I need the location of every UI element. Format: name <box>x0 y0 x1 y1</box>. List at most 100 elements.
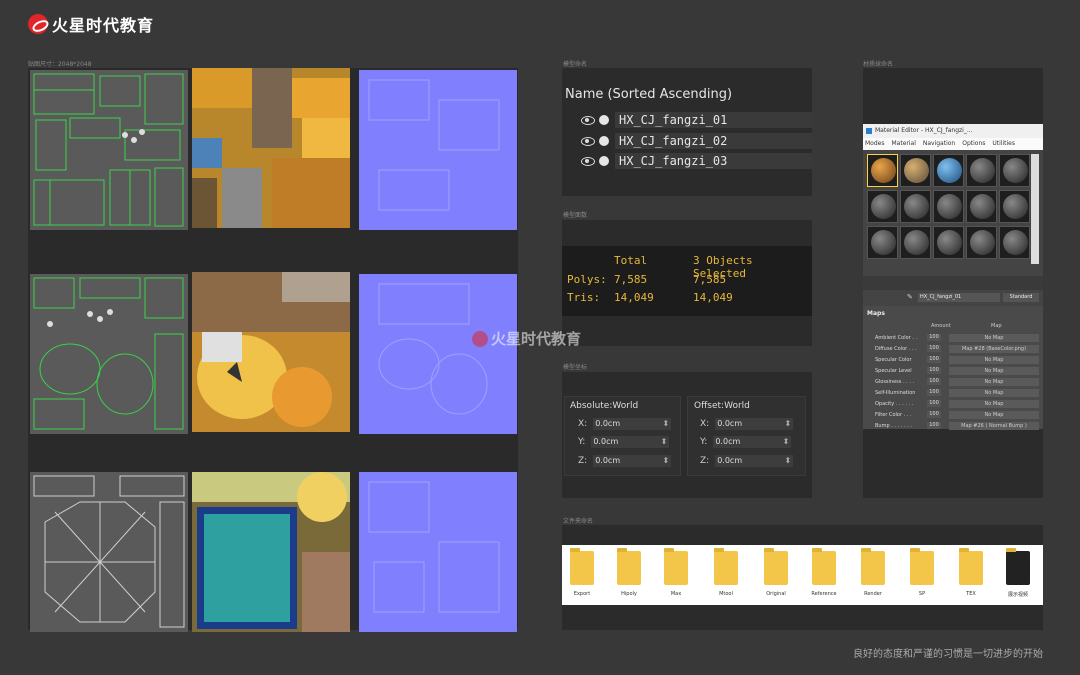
folder-icon <box>570 548 594 585</box>
x-label: X: <box>700 419 710 429</box>
scene-explorer-header[interactable]: Name (Sorted Ascending) <box>563 87 812 107</box>
video-thumbnail-icon <box>1006 548 1030 585</box>
stats-polys-label: Polys: <box>567 273 607 286</box>
folder-export[interactable]: Export <box>562 548 602 597</box>
menu-modes[interactable]: Modes <box>865 138 884 150</box>
stats-total-label: Total <box>614 254 648 267</box>
x-label: X: <box>578 419 588 429</box>
sample-slot[interactable] <box>900 154 931 187</box>
uv-wireframe-3 <box>30 472 188 632</box>
stats-tris-total: 14,049 <box>614 291 654 304</box>
brand-logo-icon <box>28 14 48 34</box>
folder-icon <box>764 548 788 585</box>
basecolor-map-2 <box>192 272 350 432</box>
basecolor-map-3 <box>192 472 350 632</box>
map-row-specular-color: Specular Color 100 No Map <box>875 355 1039 364</box>
sample-slot[interactable] <box>999 226 1030 259</box>
folder-max[interactable]: Max <box>656 548 696 597</box>
abs-y-row: Y: 0.0cm <box>578 436 670 448</box>
menu-utilities[interactable]: Utilities <box>992 138 1015 150</box>
material-name-field[interactable]: HX_CJ_fangzi_01 <box>918 293 1000 302</box>
sample-slot[interactable] <box>933 190 964 223</box>
sample-slot[interactable] <box>900 226 931 259</box>
naming-section-label: 模型命名 <box>563 61 588 68</box>
normal-map-1 <box>359 70 517 230</box>
menu-options[interactable]: Options <box>962 138 985 150</box>
stats-polys-selected: 7,585 <box>693 273 727 286</box>
slots-scrollbar[interactable] <box>1031 154 1039 264</box>
material-toolbar[interactable] <box>863 276 1043 290</box>
stats-polys-total: 7,585 <box>614 273 648 286</box>
abs-y-spinner[interactable]: 0.0cm <box>591 436 670 448</box>
scene-row-1[interactable]: HX_CJ_fangzi_01 <box>563 110 812 130</box>
folder-icon <box>664 548 688 585</box>
folder-sp[interactable]: SP <box>902 548 942 597</box>
sample-slot[interactable] <box>966 190 997 223</box>
sample-slot[interactable] <box>900 190 931 223</box>
scene-row-3[interactable]: HX_CJ_fangzi_03 <box>563 151 812 171</box>
sample-slot[interactable] <box>966 154 997 187</box>
folder-icon <box>617 548 641 585</box>
z-label: Z: <box>700 456 710 466</box>
offset-world-label: Offset:World <box>694 401 750 411</box>
folder-tex[interactable]: TEX <box>951 548 991 597</box>
material-editor-menubar: Modes Material Navigation Options Utilit… <box>863 138 1043 150</box>
sample-slot[interactable] <box>966 226 997 259</box>
uv-wireframe-1 <box>30 70 188 230</box>
map-row-diffuse: Diffuse Color . . . 100 Map #28 (BaseColor… <box>875 344 1039 353</box>
folder-mtool[interactable]: Mtool <box>706 548 746 597</box>
normal-map-3 <box>359 472 517 632</box>
absolute-world-label: Absolute:World <box>570 401 639 411</box>
menu-material[interactable]: Material <box>891 138 915 150</box>
sample-slot[interactable] <box>999 190 1030 223</box>
brand-watermark: 火星时代教育 <box>472 328 581 349</box>
eyedropper-icon[interactable]: ✎ <box>907 293 913 301</box>
off-x-row: X: 0.0cm <box>700 418 794 430</box>
sample-slot[interactable] <box>867 154 898 187</box>
folder-original[interactable]: Original <box>756 548 796 597</box>
file-video[interactable]: 展示视频 <box>998 548 1038 598</box>
abs-z-spinner[interactable]: 0.0cm <box>593 455 672 467</box>
menu-navigation[interactable]: Navigation <box>923 138 955 150</box>
sample-slot[interactable] <box>999 154 1030 187</box>
faces-section-label: 模型面数 <box>563 212 588 219</box>
off-z-spinner[interactable]: 0.0cm <box>715 455 794 467</box>
object-name: HX_CJ_fangzi_01 <box>615 112 812 128</box>
off-y-row: Y: 0.0cm <box>700 436 792 448</box>
visibility-eye-icon[interactable] <box>581 156 595 166</box>
map-row-opacity: Opacity . . . . . . 100 No Map <box>875 399 1039 408</box>
y-label: Y: <box>578 437 586 447</box>
folder-render[interactable]: Render <box>853 548 893 597</box>
material-sample-slots <box>867 154 1030 263</box>
sample-slot[interactable] <box>867 226 898 259</box>
freeze-dot-icon[interactable] <box>599 156 609 166</box>
folder-icon <box>714 548 738 585</box>
brand-logo: 火星时代教育 <box>28 12 154 36</box>
scene-row-2[interactable]: HX_CJ_fangzi_02 <box>563 131 812 151</box>
off-x-spinner[interactable]: 0.0cm <box>715 418 794 430</box>
freeze-dot-icon[interactable] <box>599 115 609 125</box>
abs-x-spinner[interactable]: 0.0cm <box>593 418 672 430</box>
freeze-dot-icon[interactable] <box>599 136 609 146</box>
map-row-glossiness: Glossiness . . . . 100 No Map <box>875 377 1039 386</box>
visibility-eye-icon[interactable] <box>581 115 595 125</box>
folder-hipoly[interactable]: Hipoly <box>609 548 649 597</box>
sample-slot[interactable] <box>933 226 964 259</box>
shader-type-button[interactable]: Standard <box>1003 293 1039 302</box>
map-row-bump: Bump . . . . . . . 100 Map #26 ( Normal Bu… <box>875 421 1039 430</box>
visibility-eye-icon[interactable] <box>581 136 595 146</box>
maps-map-col: Map <box>991 323 1002 329</box>
normal-map-2 <box>359 274 517 434</box>
maps-amount-col: Amount <box>931 323 951 329</box>
sample-slot[interactable] <box>867 190 898 223</box>
object-name: HX_CJ_fangzi_02 <box>615 133 812 149</box>
off-y-spinner[interactable]: 0.0cm <box>713 436 792 448</box>
sample-slot[interactable] <box>933 154 964 187</box>
y-label: Y: <box>700 437 708 447</box>
brand-name: 火星时代教育 <box>52 16 155 35</box>
maps-rollout-title[interactable]: Maps <box>867 310 885 317</box>
folders-section-label: 文件夹命名 <box>563 518 594 525</box>
footer-slogan: 良好的态度和严谨的习惯是一切进步的开始 <box>853 649 1043 660</box>
abs-x-row: X: 0.0cm <box>578 418 672 430</box>
folder-reference[interactable]: Reference <box>804 548 844 597</box>
